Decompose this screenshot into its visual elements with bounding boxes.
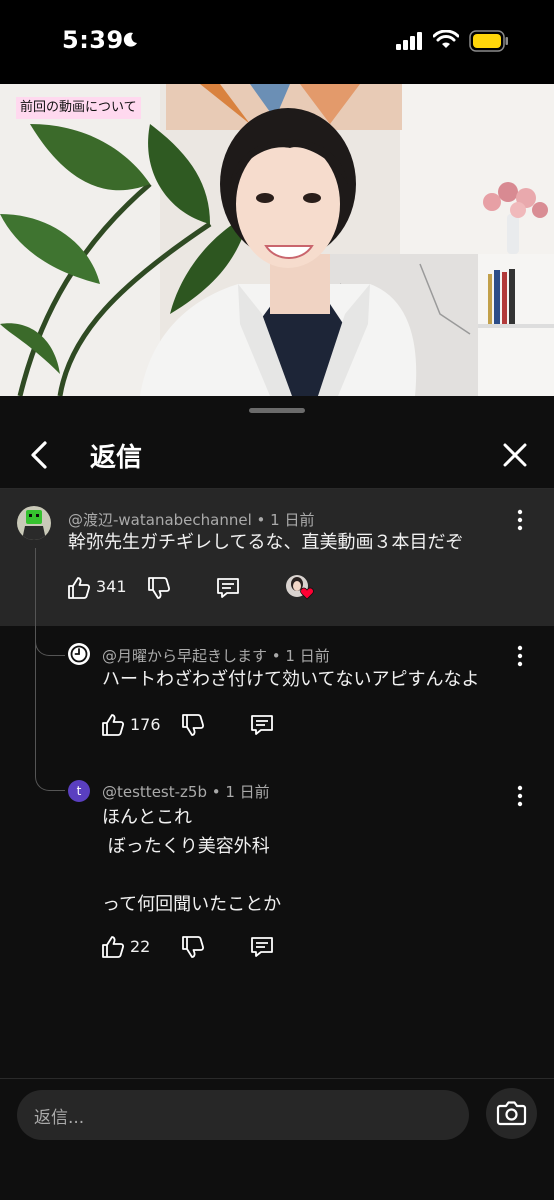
avatar[interactable]: [17, 506, 51, 540]
meta-separator: •: [206, 783, 226, 801]
reply-icon[interactable]: [215, 575, 241, 601]
close-icon[interactable]: [498, 438, 532, 472]
comment-author[interactable]: @渡辺-watanabechannel: [68, 511, 252, 529]
video-player[interactable]: 前回の動画について: [0, 84, 554, 396]
status-time: 5:39: [62, 26, 124, 54]
like-count: 176: [130, 715, 161, 734]
parent-comment: @渡辺-watanabechannel • 1 日前 幹弥先生ガチギレしてるな、…: [0, 489, 554, 626]
creator-heart: [286, 575, 316, 601]
meta-separator: •: [267, 647, 286, 665]
comment-meta: @testtest-z5b • 1 日前: [102, 781, 270, 802]
avatar-image: [17, 506, 51, 540]
drag-handle[interactable]: [249, 408, 305, 413]
header-title: 返信: [90, 443, 143, 473]
replies-sheet: 返信 @渡辺-watanabechannel • 1 日前 幹弥先生ガチギレして…: [0, 396, 554, 1200]
thumbs-up-icon[interactable]: [66, 575, 92, 601]
comment-meta: @月曜から早起きします • 1 日前: [102, 645, 330, 666]
more-vert-icon[interactable]: [510, 784, 530, 808]
comment-time: 1 日前: [225, 783, 270, 801]
avatar[interactable]: t: [68, 780, 90, 802]
like-count: 22: [130, 937, 151, 956]
comment-meta: @渡辺-watanabechannel • 1 日前: [68, 509, 314, 530]
meta-separator: •: [251, 511, 271, 529]
camera-button[interactable]: [486, 1088, 537, 1139]
replies-header: 返信: [0, 424, 554, 490]
comment-author[interactable]: @testtest-z5b: [102, 783, 207, 801]
reply-placeholder: 返信...: [34, 1108, 85, 1128]
battery-icon: [469, 30, 508, 52]
reply-icon[interactable]: [249, 712, 275, 738]
heart-icon: [300, 587, 314, 600]
comment-text: ほんとこれ ぼったくり美容外科 って何回聞いたことか: [102, 807, 282, 915]
status-bar: 5:39: [0, 0, 554, 84]
more-vert-icon[interactable]: [510, 508, 530, 532]
moon-icon: [123, 32, 137, 47]
comment-time: 1 日前: [270, 511, 315, 529]
reply-comment: t @testtest-z5b • 1 日前 ほんとこれ ぼったくり美容外科 っ…: [0, 768, 554, 978]
avatar-letter: t: [76, 784, 82, 798]
bottom-divider: [0, 1078, 554, 1079]
reply-icon[interactable]: [249, 934, 275, 960]
comment-time: 1 日前: [285, 647, 330, 665]
thumbs-down-icon[interactable]: [180, 934, 206, 960]
more-vert-icon[interactable]: [510, 644, 530, 668]
video-frame-image: [0, 84, 554, 396]
thumbs-down-icon[interactable]: [180, 712, 206, 738]
wifi-icon: [433, 30, 459, 48]
back-arrow-icon[interactable]: [22, 438, 56, 472]
comment-text: 幹弥先生ガチギレしてるな、直美動画３本目だぞ: [68, 532, 464, 553]
clock-icon: [69, 644, 89, 664]
reply-comment: @月曜から早起きします • 1 日前 ハートわざわざ付けて効いてないアピすんなよ…: [0, 632, 554, 762]
signal-icon: [396, 32, 422, 50]
thumbs-up-icon[interactable]: [100, 712, 126, 738]
thumbs-up-icon[interactable]: [100, 934, 126, 960]
camera-icon: [496, 1101, 527, 1126]
comment-author[interactable]: @月曜から早起きします: [102, 647, 267, 665]
video-caption: 前回の動画について: [16, 97, 141, 119]
comment-text: ハートわざわざ付けて効いてないアピすんなよ: [102, 669, 480, 690]
thumbs-down-icon[interactable]: [146, 575, 172, 601]
avatar[interactable]: [68, 643, 90, 665]
like-count: 341: [96, 577, 127, 596]
reply-input[interactable]: 返信...: [17, 1090, 469, 1140]
